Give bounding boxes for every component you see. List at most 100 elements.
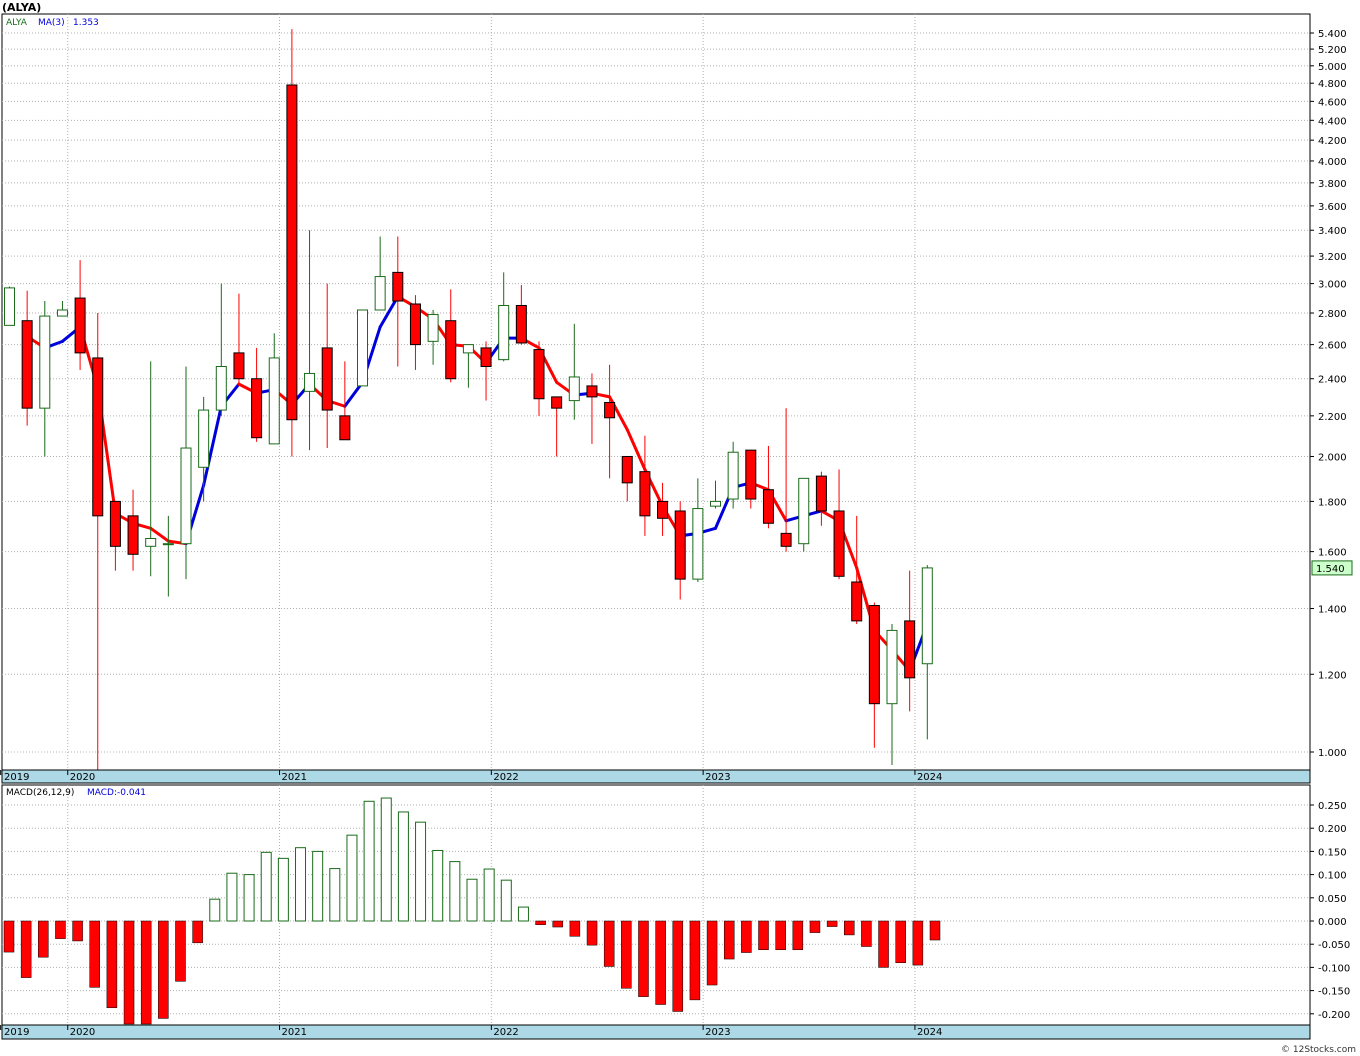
candle-body <box>462 344 474 354</box>
macd-year-label: 2020 <box>70 1027 95 1038</box>
credit-text: © 12Stocks.com <box>1281 1045 1356 1055</box>
price-date-axis <box>1 769 1311 784</box>
candle-body <box>198 409 210 468</box>
price-tick-label: 3.600 <box>1318 202 1347 213</box>
candle-body <box>551 396 563 409</box>
candle-body <box>657 500 669 519</box>
macd-bar <box>672 920 684 1012</box>
macd-year-label: 2024 <box>917 1027 942 1038</box>
macd-tick-label: 0.000 <box>1318 917 1347 928</box>
macd-tick-label: -0.200 <box>1318 1010 1350 1021</box>
macd-bar <box>638 920 649 997</box>
candle-body <box>21 320 33 409</box>
macd-bar <box>621 920 632 989</box>
price-tick-label: 5.200 <box>1318 45 1347 56</box>
candle-body <box>145 537 157 547</box>
candle-body <box>921 567 933 665</box>
candle-body <box>515 304 527 344</box>
macd-bar <box>552 920 563 928</box>
legend-ma-label: MA(3) <box>38 18 65 28</box>
candle-body <box>904 620 916 679</box>
last-price-label: 1.540 <box>1316 564 1345 575</box>
macd-bar <box>346 834 358 922</box>
candle-body <box>833 510 845 577</box>
stock-chart: 5.400 5.200 5.000 4.800 4.600 4.400 4.200 4.000… <box>0 0 1360 1056</box>
candle-body <box>109 500 121 547</box>
macd-bar <box>226 872 238 922</box>
candle-body <box>215 365 227 411</box>
macd-legend-label: MACD(26,12,9) <box>6 788 74 798</box>
macd-bar <box>20 920 32 978</box>
macd-bar <box>569 920 581 937</box>
macd-bar <box>723 920 735 960</box>
candle-body <box>604 401 616 419</box>
price-tick-label: 3.000 <box>1318 280 1347 291</box>
candle-body <box>374 276 386 311</box>
macd-bar <box>432 849 444 922</box>
candle-body <box>321 347 333 411</box>
candle-body <box>727 451 739 500</box>
price-tick-label: 3.200 <box>1318 252 1347 263</box>
candle-body <box>533 349 545 400</box>
year-label: 2024 <box>917 772 942 783</box>
price-tick-label: 4.600 <box>1318 97 1347 108</box>
candle-body <box>710 500 721 507</box>
macd-bar <box>312 850 324 922</box>
macd-tick-label: 0.100 <box>1318 871 1347 882</box>
candle-body <box>268 357 280 445</box>
candle-body <box>445 320 457 380</box>
macd-bar <box>192 920 203 944</box>
macd-bar <box>741 920 752 953</box>
macd-bar <box>295 847 307 922</box>
year-label: 2022 <box>493 772 518 783</box>
candle-body <box>780 532 792 547</box>
price-tick-label: 1.200 <box>1318 670 1347 681</box>
macd-bar <box>175 920 186 982</box>
candle-body <box>498 304 510 361</box>
macd-bar <box>140 920 152 1025</box>
year-label: 2019 <box>4 772 29 783</box>
candle-body <box>127 515 139 555</box>
candle-body <box>586 385 598 398</box>
macd-tick-label: -0.150 <box>1318 987 1350 998</box>
macd-tick-label: 0.150 <box>1318 847 1347 858</box>
price-tick-label: 5.000 <box>1318 62 1347 73</box>
candle-body <box>409 303 421 346</box>
candle-body <box>162 543 174 546</box>
candle-body <box>674 510 686 580</box>
candle-body <box>56 309 68 317</box>
macd-bar <box>329 868 341 922</box>
macd-bar <box>38 920 49 958</box>
year-label: 2021 <box>282 772 307 783</box>
macd-bar <box>89 920 100 988</box>
price-tick-label: 2.800 <box>1318 309 1347 320</box>
macd-year-label: 2022 <box>493 1027 518 1038</box>
candle-body <box>92 357 104 517</box>
macd-tick-label: 0.250 <box>1318 801 1347 812</box>
candle-body <box>745 449 757 500</box>
price-tick-label: 5.400 <box>1318 29 1347 40</box>
candle-body <box>39 315 51 409</box>
price-tick-label: 4.200 <box>1318 136 1347 147</box>
macd-bar <box>929 920 941 941</box>
macd-tick-label: -0.100 <box>1318 963 1350 974</box>
macd-bar <box>380 797 392 922</box>
macd-bar <box>500 879 512 922</box>
macd-bar <box>3 920 15 953</box>
price-tick-label: 4.800 <box>1318 79 1347 90</box>
candle-body <box>180 447 192 545</box>
macd-year-label: 2021 <box>282 1027 307 1038</box>
candle-body <box>357 309 368 387</box>
macd-bar <box>535 920 546 925</box>
candle-body <box>798 477 810 545</box>
macd-bar <box>689 920 701 1001</box>
legend-symbol: ALYA <box>6 18 28 28</box>
candle-body <box>868 605 880 705</box>
macd-bar <box>260 851 272 922</box>
price-tick-label: 3.800 <box>1318 179 1347 190</box>
price-tick-label: 2.600 <box>1318 341 1347 352</box>
price-tick-label: 1.800 <box>1318 497 1347 508</box>
macd-bar <box>895 920 906 964</box>
candle-body <box>692 508 704 580</box>
price-tick-label: 4.000 <box>1318 157 1347 168</box>
